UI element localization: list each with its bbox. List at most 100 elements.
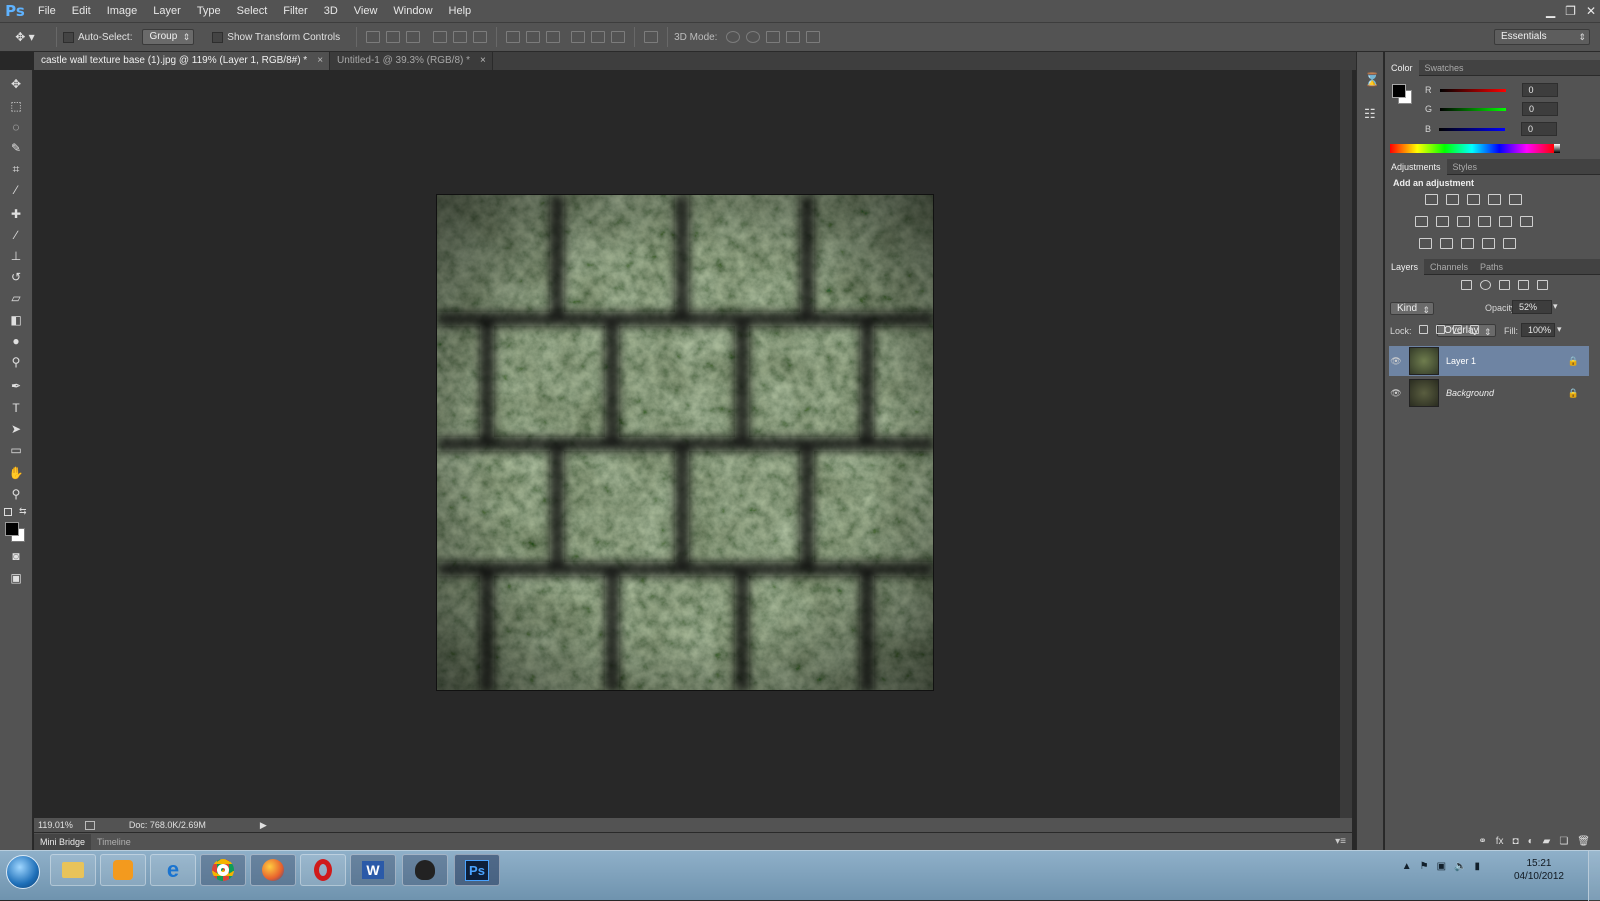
tab-channels[interactable]: Channels [1424, 259, 1474, 275]
screen-mode-icon[interactable]: ▣ [7, 570, 25, 586]
path-select-tool-icon[interactable]: ➤ [7, 421, 25, 437]
fx-icon[interactable]: fx [1496, 836, 1504, 847]
menu-window[interactable]: Window [385, 0, 440, 22]
minimize-button[interactable]: ▁ [1546, 4, 1555, 18]
opacity-dropdown-icon[interactable]: ▾ [1553, 301, 1558, 312]
start-orb[interactable] [6, 855, 40, 889]
history-brush-tool-icon[interactable]: ↺ [7, 269, 25, 285]
tab-mini-bridge[interactable]: Mini Bridge [34, 833, 92, 850]
word-icon[interactable]: W [350, 854, 396, 886]
posterize-icon[interactable] [1440, 238, 1453, 249]
swap-colors-icon[interactable]: ⇆ [19, 506, 27, 517]
clone-stamp-tool-icon[interactable]: ⊥ [7, 248, 25, 264]
curves-icon[interactable] [1467, 194, 1480, 205]
3d-drag-icon[interactable] [766, 31, 781, 43]
lock-position-icon[interactable] [1453, 325, 1462, 334]
explorer-icon[interactable] [50, 854, 96, 886]
panel-menu-icon[interactable]: ▾≡ [1335, 836, 1346, 847]
layer-name[interactable]: Layer 1 [1446, 356, 1476, 366]
inkscape-icon[interactable] [402, 854, 448, 886]
rectangle-tool-icon[interactable]: ▭ [7, 442, 25, 458]
zoom-tool-icon[interactable]: ⚲ [7, 486, 25, 502]
distribute-top-icon[interactable] [506, 31, 521, 43]
eye-icon[interactable]: 👁 [1389, 388, 1403, 399]
brush-tool-icon[interactable]: ∕ [7, 227, 25, 243]
align-top-icon[interactable] [366, 31, 381, 43]
zoom-level[interactable]: 119.01% [38, 820, 73, 830]
healing-brush-tool-icon[interactable]: ✚ [7, 206, 25, 222]
adjustment-icon[interactable]: ◐ [1528, 836, 1534, 847]
tab-adjustments[interactable]: Adjustments [1385, 158, 1447, 175]
document-canvas[interactable] [436, 194, 934, 691]
align-vcenter-icon[interactable] [386, 31, 401, 43]
move-tool-icon[interactable]: ✥ [7, 76, 25, 92]
black-white-icon[interactable] [1457, 216, 1470, 227]
default-colors-icon[interactable] [4, 508, 12, 516]
mask-icon[interactable]: ◘ [1513, 836, 1519, 847]
marquee-tool-icon[interactable]: ⬚ [7, 98, 25, 114]
crop-tool-icon[interactable]: ⌗ [7, 161, 25, 177]
eyedropper-tool-icon[interactable]: ⁄ [7, 182, 25, 198]
menu-filter[interactable]: Filter [275, 0, 315, 22]
foreground-color-swatch[interactable] [5, 522, 19, 536]
align-left-icon[interactable] [433, 31, 448, 43]
layer-row-layer1[interactable]: 👁 Layer 1 🔒 [1389, 346, 1589, 376]
selective-color-icon[interactable] [1482, 238, 1495, 249]
brightness-icon[interactable] [1425, 194, 1438, 205]
distribute-vcenter-icon[interactable] [526, 31, 541, 43]
blur-tool-icon[interactable]: ● [7, 333, 25, 349]
menu-view[interactable]: View [346, 0, 386, 22]
menu-select[interactable]: Select [229, 0, 276, 22]
distribute-left-icon[interactable] [571, 31, 586, 43]
auto-align-icon[interactable] [644, 31, 659, 43]
pen-tool-icon[interactable]: ✒ [7, 378, 25, 394]
tab-castle-wall[interactable]: castle wall texture base (1).jpg @ 119% … [34, 52, 331, 70]
invert-icon[interactable] [1419, 238, 1432, 249]
menu-3d[interactable]: 3D [316, 0, 346, 22]
paint-bucket-tool-icon[interactable]: ◧ [7, 312, 25, 328]
media-player-icon[interactable] [100, 854, 146, 886]
tray-expand-icon[interactable]: ▲ [1402, 861, 1412, 872]
export-icon[interactable] [84, 820, 95, 830]
quick-mask-icon[interactable]: ◙ [7, 548, 25, 564]
network-icon[interactable]: ▣ [1437, 861, 1446, 872]
align-bottom-icon[interactable] [406, 31, 421, 43]
hand-tool-icon[interactable]: ✋ [7, 465, 25, 481]
lasso-tool-icon[interactable]: ◌ [7, 119, 25, 135]
3d-slide-icon[interactable] [786, 31, 801, 43]
filter-smart-object-icon[interactable] [1537, 280, 1548, 290]
link-icon[interactable]: ⚭ [1478, 836, 1486, 847]
auto-select-checkbox[interactable] [63, 31, 74, 43]
layer-name[interactable]: Background [1446, 388, 1494, 398]
gradient-map-icon[interactable] [1503, 238, 1516, 249]
channel-mixer-icon[interactable] [1499, 216, 1512, 227]
volume-icon[interactable]: 🔈 [1454, 861, 1466, 872]
fill-value[interactable]: 100% [1521, 323, 1555, 337]
chrome-icon[interactable] [200, 854, 246, 886]
menu-file[interactable]: File [30, 0, 64, 22]
exposure-icon[interactable] [1488, 194, 1501, 205]
photoshop-icon[interactable]: Ps [454, 854, 500, 886]
type-tool-icon[interactable]: T [7, 400, 25, 416]
menu-type[interactable]: Type [189, 0, 229, 22]
close-window-button[interactable]: ✕ [1586, 4, 1596, 18]
quick-select-tool-icon[interactable]: ✎ [7, 140, 25, 156]
bw-ramp[interactable] [1554, 144, 1560, 153]
internet-explorer-icon[interactable]: e [150, 854, 196, 886]
3d-roll-icon[interactable] [746, 31, 761, 43]
close-icon[interactable]: × [317, 52, 323, 70]
distribute-right-icon[interactable] [611, 31, 626, 43]
hue-saturation-icon[interactable] [1415, 216, 1428, 227]
close-icon[interactable]: × [480, 52, 486, 70]
photo-filter-icon[interactable] [1478, 216, 1491, 227]
clock[interactable]: 15:21 04/10/2012 [1514, 857, 1564, 883]
folder-icon[interactable]: ▰ [1543, 836, 1551, 847]
menu-image[interactable]: Image [99, 0, 146, 22]
lock-all-icon[interactable] [1470, 325, 1479, 334]
color-spectrum-bar[interactable] [1390, 144, 1554, 153]
lock-pixels-icon[interactable] [1436, 325, 1445, 334]
blue-slider[interactable] [1439, 127, 1506, 131]
3d-rotate-icon[interactable] [726, 31, 741, 43]
align-right-icon[interactable] [473, 31, 488, 43]
tab-styles[interactable]: Styles [1447, 159, 1484, 175]
